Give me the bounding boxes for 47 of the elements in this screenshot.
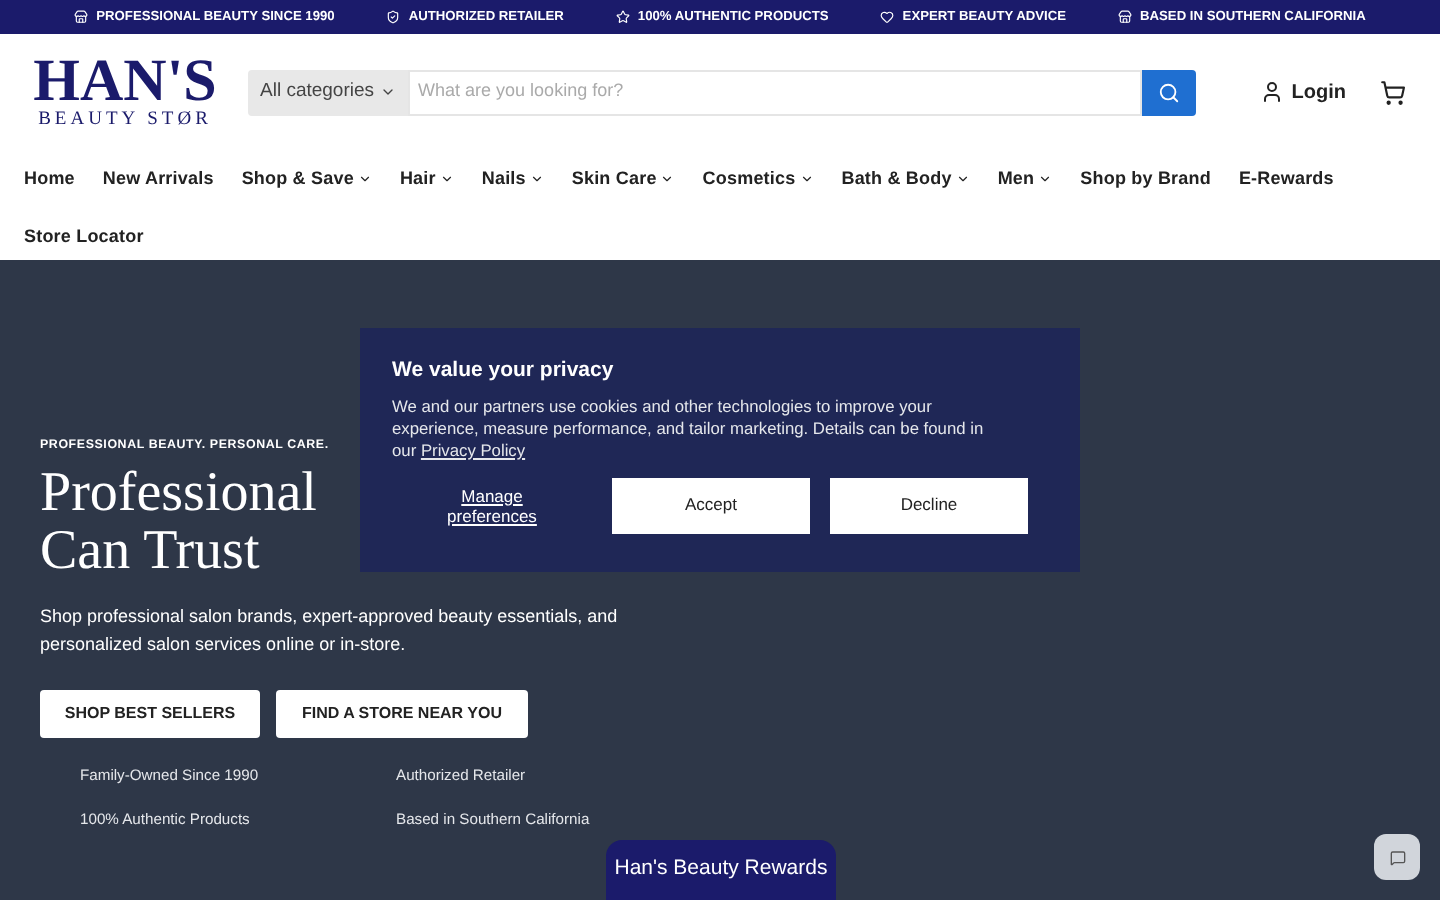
cookie-title: We value your privacy	[392, 356, 616, 386]
search-icon	[1158, 81, 1180, 103]
nav-item[interactable]: New Arrivals	[102, 150, 214, 208]
caret-icon	[439, 172, 454, 186]
caret-icon	[529, 172, 544, 186]
caret-icon	[660, 172, 675, 186]
logo[interactable]: HAN'S BEAUTY STØR	[30, 54, 220, 130]
caret-icon	[799, 172, 814, 186]
nav-item[interactable]: Skin Care	[571, 150, 675, 208]
manage-preferences-link[interactable]: Manage preferences	[424, 485, 560, 526]
hero-description: Shop professional salon brands, expert-approved beauty essentials, and personalized salon services online or in-store.	[40, 604, 620, 658]
nav-item[interactable]: Hair	[399, 150, 454, 208]
shield-icon	[386, 9, 401, 24]
hero-title: Professional	[40, 464, 317, 523]
accept-button[interactable]: Accept	[612, 477, 810, 534]
caret-icon	[380, 84, 397, 100]
nav-item[interactable]: Home	[24, 150, 75, 208]
nav-item[interactable]: Store Locator	[24, 208, 144, 266]
nav-item[interactable]: E-Rewards	[1238, 150, 1334, 208]
privacy-policy-link[interactable]: Privacy Policy	[420, 439, 526, 460]
nav-item[interactable]: Shop & Save	[241, 150, 372, 208]
hero-button[interactable]: FIND A STORE NEAR YOU	[276, 690, 528, 739]
nav-item[interactable]: Men	[997, 150, 1053, 208]
caret-icon	[1038, 172, 1053, 186]
search-field[interactable]: What are you looking for?	[408, 69, 1142, 115]
cookie-text: We and our partners use cookies and other technologies to improve your experience, measure performance, and tailor marketing. Details can be found in our Privacy Policy	[392, 395, 986, 462]
search-button[interactable]	[1142, 69, 1196, 115]
rewards-tab[interactable]: Han's Beauty Rewards	[606, 840, 836, 900]
category-select[interactable]: All categories	[248, 69, 409, 115]
caret-icon	[357, 172, 372, 186]
cart-icon[interactable]	[1380, 79, 1406, 105]
heart-icon	[880, 9, 895, 24]
nav-item[interactable]: Bath & Body	[841, 150, 970, 208]
nav-item[interactable]: Shop by Brand	[1080, 150, 1211, 208]
store-icon	[1118, 9, 1133, 24]
star-icon	[615, 9, 630, 24]
chat-icon	[1389, 849, 1405, 865]
caret-icon	[955, 172, 970, 186]
hero-title: Can Trust	[40, 522, 260, 581]
nav-item[interactable]: Cosmetics	[702, 150, 814, 208]
chat-button[interactable]	[1374, 834, 1420, 880]
login-link[interactable]: Login	[1259, 77, 1346, 107]
store-icon	[74, 9, 89, 24]
nav-item[interactable]: Nails	[481, 150, 544, 208]
decline-button[interactable]: Decline	[830, 477, 1028, 534]
hero-button[interactable]: SHOP BEST SELLERS	[40, 690, 260, 739]
user-icon	[1259, 80, 1284, 104]
